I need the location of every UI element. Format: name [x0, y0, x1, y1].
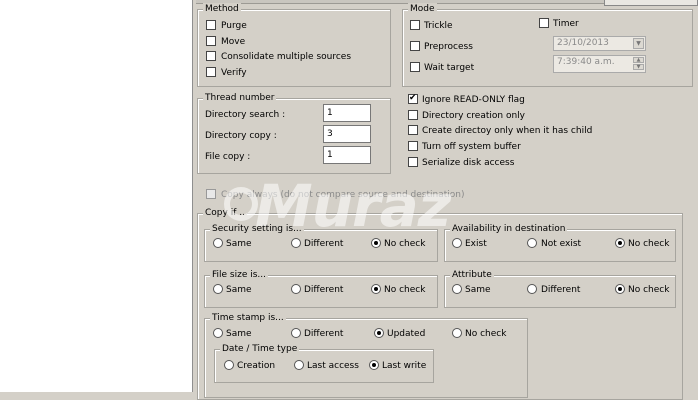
ignore-readonly-label: Ignore READ-ONLY flag — [422, 95, 525, 105]
datetime-lastaccess-radio[interactable] — [294, 360, 304, 370]
top-button-stub[interactable] — [604, 0, 698, 6]
directory-creation-only-checkbox[interactable] — [408, 110, 418, 120]
attribute-nocheck-label: No check — [628, 285, 670, 295]
timestamp-same-label: Same — [226, 329, 252, 339]
create-directory-child-label: Create directoy only when it has child — [422, 126, 593, 136]
timestamp-same-radio[interactable] — [213, 328, 223, 338]
security-title: Security setting is... — [210, 223, 304, 235]
wait-target-checkbox[interactable] — [410, 62, 420, 72]
copy-if-title: Copy if .. — [203, 207, 247, 219]
directory-copy-input[interactable]: 3 — [323, 125, 371, 143]
filesize-title: File size is... — [210, 269, 269, 281]
directory-search-input[interactable]: 1 — [323, 104, 371, 122]
datetime-lastwrite-radio[interactable] — [369, 360, 379, 370]
attribute-same-label: Same — [465, 285, 491, 295]
attribute-same-radio[interactable] — [452, 284, 462, 294]
security-nocheck-radio[interactable] — [371, 238, 381, 248]
serialize-disk-checkbox[interactable] — [408, 157, 418, 167]
thread-title: Thread number — [203, 92, 277, 104]
timestamp-different-label: Different — [304, 329, 344, 339]
filesize-nocheck-label: No check — [384, 285, 426, 295]
spin-up-icon[interactable]: ▲ — [633, 57, 644, 63]
verify-label: Verify — [221, 68, 247, 78]
file-copy-label: File copy : — [205, 152, 251, 162]
preprocess-checkbox[interactable] — [410, 41, 420, 51]
security-same-radio[interactable] — [213, 238, 223, 248]
create-directory-child-checkbox[interactable] — [408, 125, 418, 135]
purge-label: Purge — [221, 21, 247, 31]
preprocess-label: Preprocess — [424, 42, 473, 52]
date-value: 23/10/2013 — [557, 38, 609, 48]
wait-target-label: Wait target — [424, 63, 475, 73]
move-label: Move — [221, 37, 246, 47]
consolidate-label: Consolidate multiple sources — [221, 52, 352, 62]
top-edge — [196, 0, 698, 6]
availability-nocheck-label: No check — [628, 239, 670, 249]
serialize-disk-label: Serialize disk access — [422, 158, 515, 168]
availability-exist-label: Exist — [465, 239, 487, 249]
move-checkbox[interactable] — [206, 36, 216, 46]
security-same-label: Same — [226, 239, 252, 249]
file-copy-input[interactable]: 1 — [323, 146, 371, 164]
filesize-same-label: Same — [226, 285, 252, 295]
attribute-different-label: Different — [541, 285, 581, 295]
security-different-label: Different — [304, 239, 344, 249]
spin-down-icon[interactable]: ▼ — [633, 64, 644, 70]
availability-notexist-label: Not exist — [541, 239, 582, 249]
copy-always-label: Copy always (do not compare source and d… — [221, 190, 465, 200]
method-title: Method — [203, 3, 241, 15]
purge-checkbox[interactable] — [206, 20, 216, 30]
filesize-different-radio[interactable] — [291, 284, 301, 294]
timestamp-different-radio[interactable] — [291, 328, 301, 338]
turn-off-buffer-label: Turn off system buffer — [422, 142, 521, 152]
copy-always-checkbox[interactable] — [206, 189, 216, 199]
security-nocheck-label: No check — [384, 239, 426, 249]
time-value: 7:39:40 a.m. — [557, 57, 615, 67]
datetime-title: Date / Time type — [220, 343, 300, 355]
ignore-readonly-checkbox[interactable] — [408, 92, 418, 104]
verify-checkbox[interactable] — [206, 67, 216, 77]
attribute-nocheck-radio[interactable] — [615, 284, 625, 294]
trickle-checkbox[interactable] — [410, 20, 420, 30]
security-different-radio[interactable] — [291, 238, 301, 248]
mode-title: Mode — [408, 3, 437, 15]
timestamp-nocheck-radio[interactable] — [452, 328, 462, 338]
filesize-nocheck-radio[interactable] — [371, 284, 381, 294]
timer-label: Timer — [553, 19, 579, 29]
filesize-different-label: Different — [304, 285, 344, 295]
availability-nocheck-radio[interactable] — [615, 238, 625, 248]
filesize-same-radio[interactable] — [213, 284, 223, 294]
timestamp-updated-radio[interactable] — [374, 328, 384, 338]
timestamp-updated-label: Updated — [387, 329, 426, 339]
attribute-title: Attribute — [450, 269, 494, 281]
attribute-different-radio[interactable] — [527, 284, 537, 294]
datetime-creation-label: Creation — [237, 361, 276, 371]
datetime-lastwrite-label: Last write — [382, 361, 427, 371]
datetime-creation-radio[interactable] — [224, 360, 234, 370]
directory-search-label: Directory search : — [205, 110, 286, 120]
turn-off-buffer-checkbox[interactable] — [408, 141, 418, 151]
date-picker[interactable]: 23/10/2013 ▼ — [553, 36, 646, 51]
availability-title: Availability in destination — [450, 223, 568, 235]
consolidate-checkbox[interactable] — [206, 51, 216, 61]
availability-exist-radio[interactable] — [452, 238, 462, 248]
availability-notexist-radio[interactable] — [527, 238, 537, 248]
timestamp-title: Time stamp is... — [210, 312, 286, 324]
left-pane — [0, 0, 193, 392]
trickle-label: Trickle — [424, 21, 453, 31]
directory-copy-label: Directory copy : — [205, 131, 277, 141]
timestamp-nocheck-label: No check — [465, 329, 507, 339]
timer-checkbox[interactable] — [539, 18, 549, 28]
directory-creation-only-label: Directory creation only — [422, 111, 525, 121]
datetime-lastaccess-label: Last access — [307, 361, 359, 371]
time-spinner[interactable]: 7:39:40 a.m. ▲ ▼ — [553, 55, 646, 73]
chevron-down-icon[interactable]: ▼ — [633, 38, 644, 49]
